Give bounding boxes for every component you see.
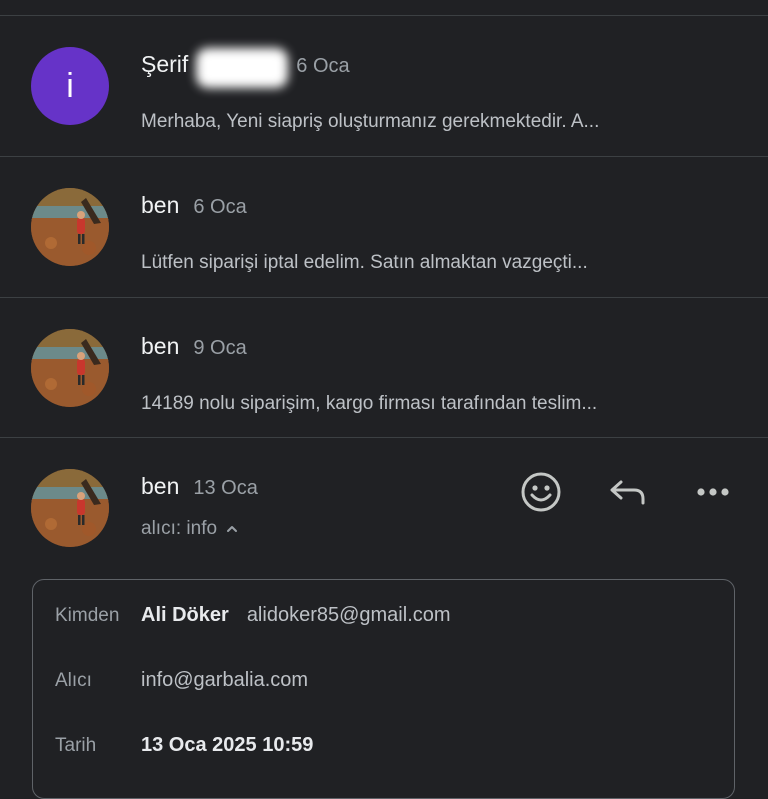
avatar: i bbox=[31, 47, 109, 125]
avatar bbox=[31, 188, 109, 266]
detail-date-row: Tarih 13 Oca 2025 10:59 bbox=[55, 734, 313, 757]
redaction-blur bbox=[196, 48, 289, 88]
open-email-header: ben 13 Oca bbox=[0, 438, 768, 578]
sender-line: ben 9 Oca bbox=[141, 333, 247, 363]
email-snippet: 14189 nolu siparişim, kargo firması tara… bbox=[141, 393, 598, 414]
emoji-reaction-icon bbox=[521, 472, 561, 512]
avatar bbox=[31, 469, 109, 547]
sender-line: ben 6 Oca bbox=[141, 192, 247, 222]
detail-label: Kimden bbox=[55, 605, 120, 626]
email-date: 9 Oca bbox=[193, 337, 247, 359]
reply-button[interactable] bbox=[605, 470, 649, 514]
detail-from-row: Kimden Ali Döker alidoker85@gmail.com bbox=[55, 604, 451, 627]
avatar-letter: i bbox=[66, 66, 74, 105]
emoji-reaction-button[interactable] bbox=[519, 470, 563, 514]
avatar-photo-icon bbox=[31, 188, 109, 266]
detail-to-row: Alıcı info@garbalia.com bbox=[55, 669, 308, 692]
avatar bbox=[31, 329, 109, 407]
email-date: 6 Oca bbox=[193, 196, 247, 218]
to-email[interactable]: info@garbalia.com bbox=[141, 669, 308, 692]
detail-date: 13 Oca 2025 10:59 bbox=[141, 734, 314, 756]
reply-icon bbox=[610, 480, 645, 505]
email-list-item[interactable]: ben 9 Oca 14189 nolu siparişim, kargo fi… bbox=[0, 298, 768, 438]
sender-name: Şerif bbox=[141, 51, 189, 77]
email-date: 6 Oca bbox=[296, 55, 350, 77]
email-snippet: Lütfen siparişi iptal edelim. Satın alma… bbox=[141, 252, 588, 273]
avatar-photo-icon bbox=[31, 329, 109, 407]
detail-label: Tarih bbox=[55, 735, 97, 756]
email-details-panel: Kimden Ali Döker alidoker85@gmail.com Al… bbox=[32, 579, 735, 799]
email-list-item[interactable]: i Şerif 6 Oca Merhaba, Yeni siapriş oluş… bbox=[0, 16, 768, 156]
recipient-summary: alıcı: info bbox=[141, 518, 218, 539]
sender-line: Şerif 6 Oca bbox=[141, 48, 350, 88]
from-name: Ali Döker bbox=[141, 604, 229, 626]
email-snippet: Merhaba, Yeni siapriş oluşturmanız gerek… bbox=[141, 111, 600, 132]
recipient-toggle[interactable]: alıcı: info bbox=[141, 518, 239, 540]
from-email[interactable]: alidoker85@gmail.com bbox=[247, 604, 451, 627]
chevron-up-icon bbox=[227, 526, 238, 532]
sender-name: ben bbox=[141, 333, 180, 359]
sender-name: ben bbox=[141, 473, 180, 499]
email-list-item[interactable]: ben 6 Oca Lütfen siparişi iptal edelim. … bbox=[0, 157, 768, 297]
email-date: 13 Oca bbox=[193, 477, 258, 499]
sender-line: ben 13 Oca bbox=[141, 473, 258, 503]
more-options-icon bbox=[697, 488, 729, 496]
avatar-photo-icon bbox=[31, 469, 109, 547]
sender-name: ben bbox=[141, 192, 180, 218]
detail-label: Alıcı bbox=[55, 670, 92, 691]
top-strip bbox=[0, 0, 768, 15]
more-options-button[interactable] bbox=[691, 470, 735, 514]
